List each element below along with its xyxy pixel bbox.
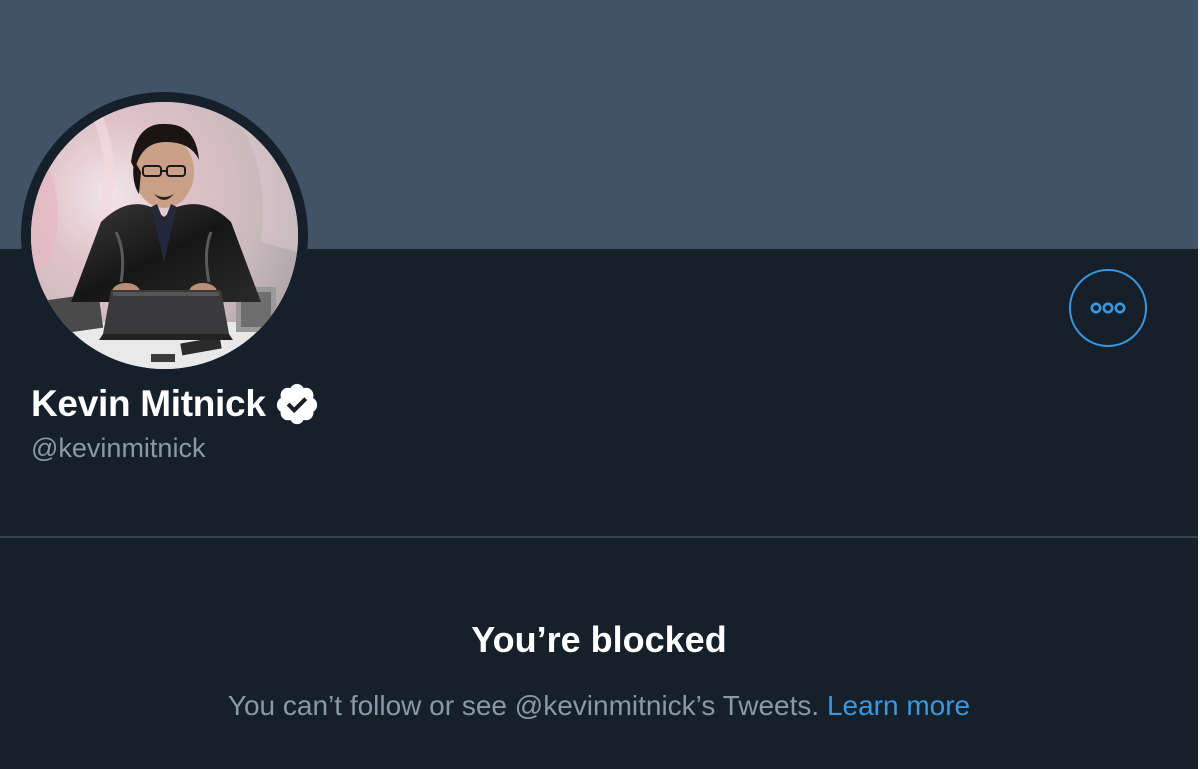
verified-badge-icon	[276, 383, 317, 425]
section-divider	[0, 536, 1198, 538]
more-options-icon	[1090, 302, 1126, 314]
blocked-message: You can’t follow or see @kevinmitnick’s …	[0, 686, 1198, 726]
avatar-photo-icon	[31, 102, 298, 369]
name-row: Kevin Mitnick	[31, 380, 320, 428]
more-options-button[interactable]	[1069, 269, 1147, 347]
profile-page: Kevin Mitnick @kevinmitnick You’re block…	[0, 0, 1200, 769]
profile-handle: @kevinmitnick	[31, 433, 206, 463]
display-name: Kevin Mitnick	[31, 383, 266, 424]
learn-more-link[interactable]: Learn more	[827, 690, 970, 721]
blocked-message-text: You can’t follow or see @kevinmitnick’s …	[227, 690, 820, 721]
avatar[interactable]	[31, 102, 298, 369]
blocked-title: You’re blocked	[471, 619, 727, 660]
